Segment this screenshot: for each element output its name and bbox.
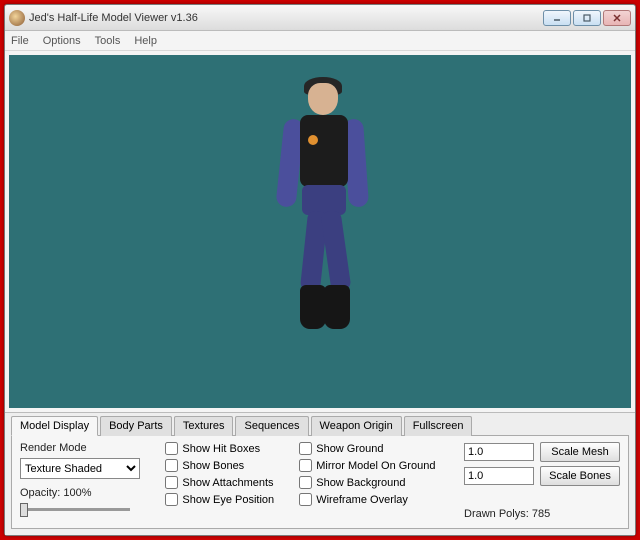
check-attachments[interactable]: Show Attachments — [165, 476, 289, 489]
tab-strip: Model Display Body Parts Textures Sequen… — [11, 415, 629, 436]
check-wireframe-label: Wireframe Overlay — [316, 494, 408, 506]
check-background[interactable]: Show Background — [299, 476, 454, 489]
maximize-icon — [582, 13, 592, 23]
scale-bones-button[interactable]: Scale Bones — [540, 466, 620, 486]
model-preview — [260, 77, 380, 357]
maximize-button[interactable] — [573, 10, 601, 26]
check-eyepos[interactable]: Show Eye Position — [165, 493, 289, 506]
check-mirror[interactable]: Mirror Model On Ground — [299, 459, 454, 472]
check-hitboxes-label: Show Hit Boxes — [182, 443, 260, 455]
tab-weapon-origin[interactable]: Weapon Origin — [311, 416, 402, 436]
drawn-polys-label: Drawn Polys: 785 — [464, 508, 620, 520]
close-icon — [612, 13, 622, 23]
slider-thumb-icon — [20, 503, 28, 517]
tab-textures[interactable]: Textures — [174, 416, 234, 436]
close-button[interactable] — [603, 10, 631, 26]
tab-sequences[interactable]: Sequences — [235, 416, 308, 436]
menu-help[interactable]: Help — [134, 35, 157, 47]
opacity-slider[interactable] — [20, 501, 130, 519]
title-bar[interactable]: Jed's Half-Life Model Viewer v1.36 — [5, 5, 635, 31]
menu-file[interactable]: File — [11, 35, 29, 47]
minimize-icon — [552, 13, 562, 23]
check-eyepos-label: Show Eye Position — [182, 494, 274, 506]
check-ground[interactable]: Show Ground — [299, 442, 454, 455]
tab-fullscreen[interactable]: Fullscreen — [404, 416, 473, 436]
scale-mesh-button[interactable]: Scale Mesh — [540, 442, 620, 462]
minimize-button[interactable] — [543, 10, 571, 26]
model-viewport[interactable] — [9, 55, 631, 408]
menu-bar: File Options Tools Help — [5, 31, 635, 51]
check-bones-label: Show Bones — [182, 460, 244, 472]
menu-options[interactable]: Options — [43, 35, 81, 47]
app-window: Jed's Half-Life Model Viewer v1.36 File … — [4, 4, 636, 536]
tab-model-display[interactable]: Model Display — [11, 416, 98, 436]
app-icon — [9, 10, 25, 26]
check-hitboxes[interactable]: Show Hit Boxes — [165, 442, 289, 455]
render-mode-select[interactable]: Texture Shaded — [20, 458, 140, 479]
check-attachments-label: Show Attachments — [182, 477, 273, 489]
check-bones[interactable]: Show Bones — [165, 459, 289, 472]
check-mirror-label: Mirror Model On Ground — [316, 460, 435, 472]
scale-mesh-input[interactable]: 1.0 — [464, 443, 534, 461]
check-wireframe[interactable]: Wireframe Overlay — [299, 493, 454, 506]
tab-panel-model-display: Render Mode Texture Shaded Opacity: 100%… — [11, 436, 629, 529]
control-panel: Model Display Body Parts Textures Sequen… — [5, 412, 635, 535]
check-background-label: Show Background — [316, 477, 405, 489]
tab-body-parts[interactable]: Body Parts — [100, 416, 172, 436]
menu-tools[interactable]: Tools — [95, 35, 121, 47]
check-ground-label: Show Ground — [316, 443, 383, 455]
window-controls — [543, 10, 631, 26]
opacity-label: Opacity: 100% — [20, 487, 155, 499]
scale-bones-input[interactable]: 1.0 — [464, 467, 534, 485]
window-title: Jed's Half-Life Model Viewer v1.36 — [29, 12, 198, 24]
render-mode-label: Render Mode — [20, 442, 155, 454]
